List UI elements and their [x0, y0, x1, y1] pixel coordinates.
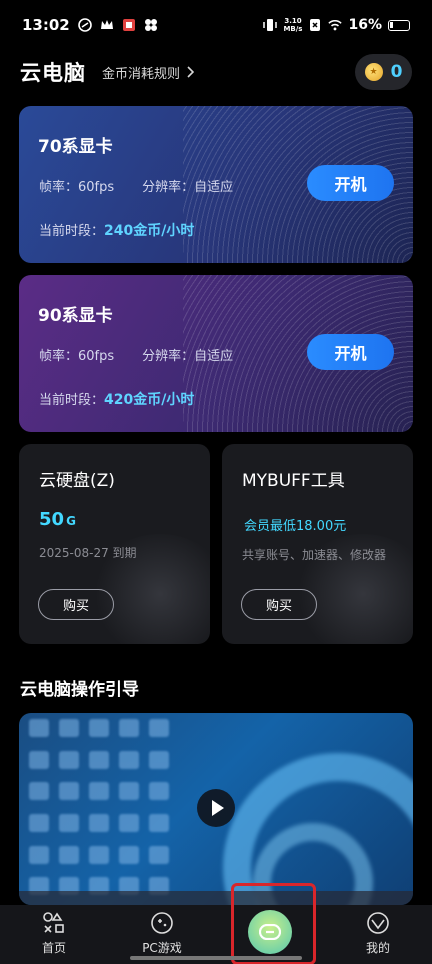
gpu-resolution: 分辨率：自适应: [142, 180, 234, 195]
no-sim-icon: [310, 19, 321, 31]
nav-label: PC游戏: [142, 941, 182, 955]
gpu-card-90[interactable]: 90系显卡 帧率：60fps 分辨率：自适应 当前时段：420金币/小时 开机: [19, 275, 413, 432]
cloud-disk-card[interactable]: 云硬盘(Z) 50 G 2025-08-27 到期 购买: [19, 444, 210, 644]
flower-app-icon: [144, 19, 157, 31]
coin-icon: ★: [364, 63, 383, 81]
gpu-resolution: 分辨率：自适应: [142, 349, 234, 364]
gpu-fps: 帧率：60fps: [39, 180, 115, 195]
coin-balance: 0: [390, 62, 403, 82]
mybuff-tool-card[interactable]: MYBUFF工具 会员最低18.00元 共享账号、加速器、修改器 购买: [222, 444, 413, 644]
wifi-icon: [328, 19, 343, 31]
gpu-fps: 帧率：60fps: [39, 349, 115, 364]
gpu-name: 70系显卡: [38, 137, 113, 157]
gpu-specs: 帧率：60fps 分辨率：自适应: [39, 345, 233, 364]
gpu-price-value: 240金币/小时: [104, 223, 195, 239]
guide-video[interactable]: [19, 713, 413, 905]
vibrate-icon: [263, 19, 278, 31]
status-bar: 13:02 3.10 MB/s 16%: [0, 0, 432, 50]
red-app-icon: [122, 19, 135, 31]
battery-percent: 16%: [348, 17, 382, 33]
status-time: 13:02: [22, 16, 70, 34]
guide-section-title: 云电脑操作引导: [20, 680, 139, 700]
video-thumbnail-desktop: [29, 719, 179, 899]
chevron-right-icon: [187, 66, 195, 78]
gamepad-icon: [151, 912, 173, 934]
member-price: 会员最低18.00元: [244, 519, 347, 534]
buy-disk-button[interactable]: 购买: [38, 589, 114, 620]
gpu-price: 当前时段：240金币/小时: [39, 223, 195, 239]
disk-size: 50 G: [39, 509, 76, 530]
highlight-box: [231, 883, 316, 964]
nav-item-home[interactable]: 首页: [0, 905, 108, 964]
profile-icon: [367, 912, 389, 934]
tool-features: 共享账号、加速器、修改器: [242, 548, 387, 562]
gpu-card-70[interactable]: 70系显卡 帧率：60fps 分辨率：自适应 当前时段：240金币/小时 开机: [19, 106, 413, 263]
home-indicator: [130, 956, 302, 960]
gpu-price-value: 420金币/小时: [104, 392, 195, 408]
coin-rules-link[interactable]: 金币消耗规则: [102, 63, 195, 82]
crown-icon: [100, 20, 113, 29]
start-button[interactable]: 开机: [307, 334, 394, 370]
page-title: 云电脑: [20, 61, 86, 85]
play-icon[interactable]: [197, 789, 235, 827]
disk-expire-date: 2025-08-27 到期: [39, 546, 137, 560]
start-button[interactable]: 开机: [307, 165, 394, 201]
coin-rules-label: 金币消耗规则: [102, 66, 181, 82]
gpu-specs: 帧率：60fps 分辨率：自适应: [39, 176, 233, 195]
battery-icon: [388, 19, 410, 31]
nav-label: 首页: [41, 941, 66, 955]
coin-balance-button[interactable]: ★ 0: [355, 54, 412, 90]
gpu-name: 90系显卡: [38, 306, 113, 326]
app-notification-icon: [77, 18, 92, 32]
gpu-price: 当前时段：420金币/小时: [39, 392, 195, 408]
cloud-disk-title: 云硬盘(Z): [39, 471, 115, 491]
header: 云电脑 金币消耗规则 ★ 0: [20, 52, 412, 92]
nav-label: 我的: [365, 941, 390, 955]
home-shapes-icon: [43, 912, 64, 933]
nav-item-profile[interactable]: 我的: [324, 905, 432, 964]
video-thumbnail-taskbar: [19, 891, 413, 905]
net-speed: 3.10 MB/s: [283, 17, 303, 33]
tool-title: MYBUFF工具: [242, 471, 345, 491]
buy-tool-button[interactable]: 购买: [241, 589, 317, 620]
